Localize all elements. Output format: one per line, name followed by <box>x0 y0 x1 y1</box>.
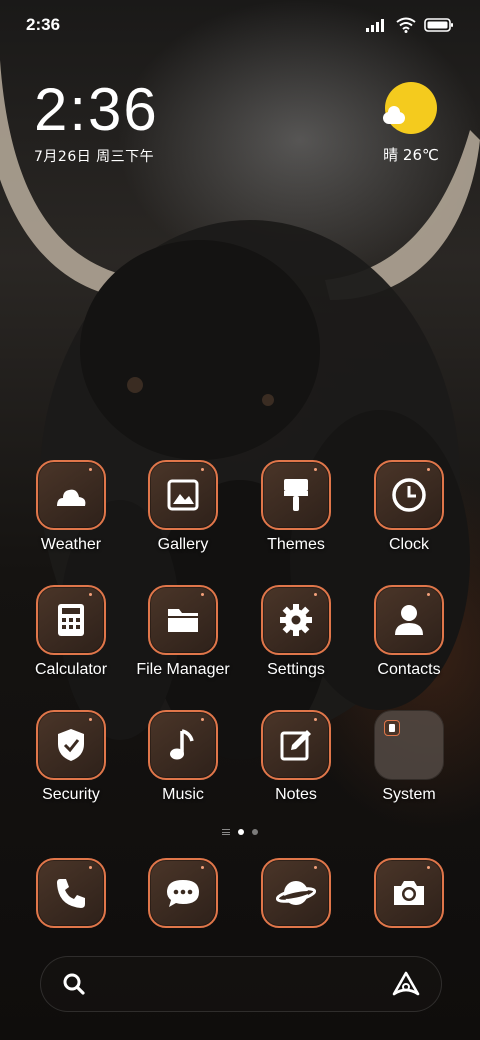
camera-icon <box>374 858 444 928</box>
weather-widget[interactable]: 晴 26℃ <box>376 82 446 165</box>
app-label: Themes <box>267 536 325 553</box>
app-label: Notes <box>275 786 317 803</box>
gallery-icon <box>148 460 218 530</box>
clock-time: 2:36 <box>34 76 159 143</box>
wifi-icon <box>396 17 416 33</box>
dock-messages[interactable] <box>128 858 238 928</box>
weather-text: 晴 26℃ <box>383 146 439 164</box>
app-label: Contacts <box>377 661 441 678</box>
search-icon[interactable] <box>61 971 87 997</box>
status-icons <box>366 17 454 33</box>
app-themes[interactable]: Themes <box>241 460 351 554</box>
page-dot-active <box>238 829 244 835</box>
status-bar: 2:36 <box>0 0 480 50</box>
music-note-icon <box>148 710 218 780</box>
folder-icon <box>148 585 218 655</box>
app-weather[interactable]: Weather <box>16 460 126 554</box>
gear-icon <box>261 585 331 655</box>
clock-icon <box>374 460 444 530</box>
person-icon <box>374 585 444 655</box>
dock-phone[interactable] <box>16 858 126 928</box>
phone-icon <box>36 858 106 928</box>
app-label: Calculator <box>34 661 108 678</box>
paintbrush-icon <box>261 460 331 530</box>
note-edit-icon <box>261 710 331 780</box>
weather-icon <box>36 460 106 530</box>
dock-browser[interactable] <box>241 858 351 928</box>
calculator-icon <box>36 585 106 655</box>
assistant-icon[interactable] <box>391 970 421 998</box>
page-indicator[interactable] <box>0 829 480 835</box>
app-music[interactable]: Music <box>128 710 238 804</box>
app-contacts[interactable]: Contacts <box>354 585 464 679</box>
minus-one-screen-indicator <box>222 829 230 835</box>
app-notes[interactable]: Notes <box>241 710 351 804</box>
clock-widget[interactable]: 2:36 7月26日 周三下午 <box>34 78 159 166</box>
app-settings[interactable]: Settings <box>241 585 351 679</box>
app-label: Music <box>162 786 204 803</box>
app-label: File Manager <box>136 661 230 678</box>
app-file-manager[interactable]: File Manager <box>128 585 238 679</box>
app-system-folder[interactable]: System <box>354 710 464 804</box>
app-label: Weather <box>40 536 102 553</box>
app-gallery[interactable]: Gallery <box>128 460 238 554</box>
battery-icon <box>424 18 453 32</box>
mini-app-icon <box>384 720 400 736</box>
dock-camera[interactable] <box>354 858 464 928</box>
app-label: Security <box>42 786 100 803</box>
cellular-signal-icon <box>366 19 384 32</box>
app-label: System <box>382 786 436 803</box>
app-label: Gallery <box>157 536 209 553</box>
partly-sunny-icon <box>383 82 437 134</box>
clock-date: 7月26日 周三下午 <box>34 149 155 165</box>
search-bar[interactable] <box>40 956 442 1012</box>
messages-icon <box>148 858 218 928</box>
app-calculator[interactable]: Calculator <box>16 585 126 679</box>
shield-check-icon <box>36 710 106 780</box>
app-clock[interactable]: Clock <box>354 460 464 554</box>
app-label: Clock <box>388 536 429 553</box>
status-time: 2:36 <box>26 15 61 34</box>
browser-planet-icon <box>261 858 331 928</box>
app-label: Settings <box>267 661 325 678</box>
folder-group-icon <box>374 710 444 780</box>
page-dot <box>252 829 258 835</box>
app-security[interactable]: Security <box>16 710 126 804</box>
